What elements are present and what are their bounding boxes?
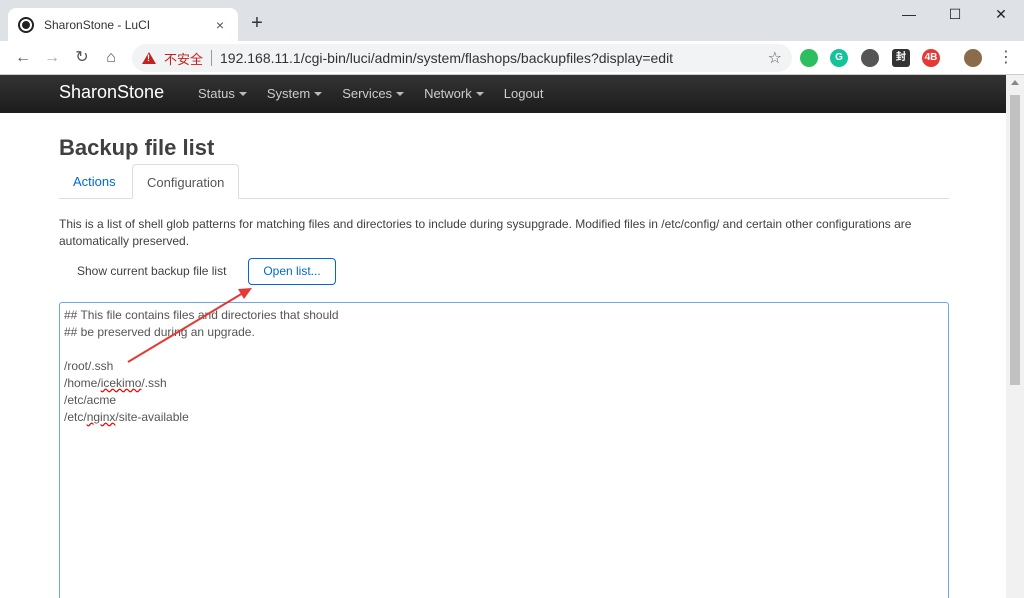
tab-close-icon[interactable]: × bbox=[212, 17, 228, 33]
browser-tab-strip: SharonStone - LuCI × + — ☐ ✕ bbox=[0, 0, 1024, 41]
scroll-up-icon[interactable] bbox=[1011, 80, 1019, 85]
menu-network[interactable]: Network bbox=[424, 86, 484, 101]
chat-icon[interactable] bbox=[861, 49, 879, 67]
url-text[interactable]: 192.168.11.1/cgi-bin/luci/admin/system/f… bbox=[220, 50, 768, 66]
brand-logo[interactable]: SharonStone bbox=[59, 82, 164, 103]
page-description: This is a list of shell glob patterns fo… bbox=[59, 217, 912, 248]
editor-line: /etc/nginx/site-available bbox=[64, 410, 189, 424]
menu-status-label: Status bbox=[198, 86, 235, 101]
close-window-button[interactable]: ✕ bbox=[978, 6, 1024, 23]
caret-down-icon bbox=[475, 92, 484, 96]
grammarly-icon[interactable]: G bbox=[830, 49, 848, 67]
editor-line: /root/.ssh bbox=[64, 359, 114, 373]
caret-down-icon bbox=[396, 92, 405, 96]
backup-list-label: Show current backup file list bbox=[77, 264, 227, 278]
editor-line: /home/icekimo/.ssh bbox=[64, 376, 167, 390]
browser-tab[interactable]: SharonStone - LuCI × bbox=[8, 8, 238, 41]
reload-icon[interactable]: ↻ bbox=[71, 47, 93, 69]
evernote-icon[interactable] bbox=[800, 49, 818, 67]
menu-network-label: Network bbox=[424, 86, 472, 101]
minimize-button[interactable]: — bbox=[886, 6, 932, 23]
address-bar[interactable]: 不安全 192.168.11.1/cgi-bin/luci/admin/syst… bbox=[132, 44, 792, 72]
warning-icon[interactable] bbox=[142, 52, 156, 64]
red-badge-icon[interactable]: 4B bbox=[922, 49, 940, 67]
tab-title: SharonStone - LuCI bbox=[44, 17, 151, 32]
seal-icon[interactable]: 封 bbox=[892, 49, 910, 67]
back-icon[interactable]: ← bbox=[12, 47, 34, 69]
forward-icon[interactable]: → bbox=[41, 47, 63, 69]
tab-configuration[interactable]: Configuration bbox=[132, 164, 240, 199]
luci-header: SharonStone Status System Services Netwo… bbox=[0, 75, 1006, 113]
divider bbox=[211, 50, 213, 66]
scroll-thumb[interactable] bbox=[1010, 95, 1020, 385]
more-menu-icon[interactable]: ⋮ bbox=[995, 47, 1017, 69]
tab-actions[interactable]: Actions bbox=[59, 164, 130, 199]
insecure-label[interactable]: 不安全 bbox=[164, 49, 203, 68]
profile-avatar[interactable] bbox=[964, 49, 982, 67]
menu-logout[interactable]: Logout bbox=[504, 86, 544, 101]
page-tabs: Actions Configuration bbox=[59, 164, 949, 199]
backup-file-textarea[interactable]: ## This file contains files and director… bbox=[59, 302, 949, 598]
caret-down-icon bbox=[238, 92, 247, 96]
menu-services-label: Services bbox=[342, 86, 393, 101]
editor-line: ## be preserved during an upgrade. bbox=[64, 325, 255, 339]
menu-services[interactable]: Services bbox=[342, 86, 405, 101]
caret-down-icon bbox=[314, 92, 323, 96]
menu-system-label: System bbox=[266, 86, 311, 101]
page-scrollbar[interactable] bbox=[1006, 75, 1024, 598]
luci-favicon-icon bbox=[18, 16, 34, 33]
maximize-button[interactable]: ☐ bbox=[932, 6, 978, 23]
editor-line: /etc/acme bbox=[64, 393, 117, 407]
browser-toolbar: ← → ↻ ⌂ 不安全 192.168.11.1/cgi-bin/luci/ad… bbox=[0, 41, 1024, 75]
menu-status[interactable]: Status bbox=[198, 86, 247, 101]
editor-line: ## This file contains files and director… bbox=[64, 308, 339, 322]
page-title: Backup file list bbox=[59, 135, 215, 160]
main-menu: Status System Services Network Logout bbox=[198, 86, 564, 101]
home-icon[interactable]: ⌂ bbox=[100, 47, 122, 69]
bookmark-star-icon[interactable]: ☆ bbox=[768, 48, 782, 68]
open-list-button[interactable]: Open list... bbox=[248, 258, 336, 285]
new-tab-button[interactable]: + bbox=[247, 12, 267, 34]
misspelled-word: icekimo bbox=[100, 376, 142, 390]
misspelled-word: nginx bbox=[86, 410, 116, 424]
menu-system[interactable]: System bbox=[266, 86, 323, 101]
